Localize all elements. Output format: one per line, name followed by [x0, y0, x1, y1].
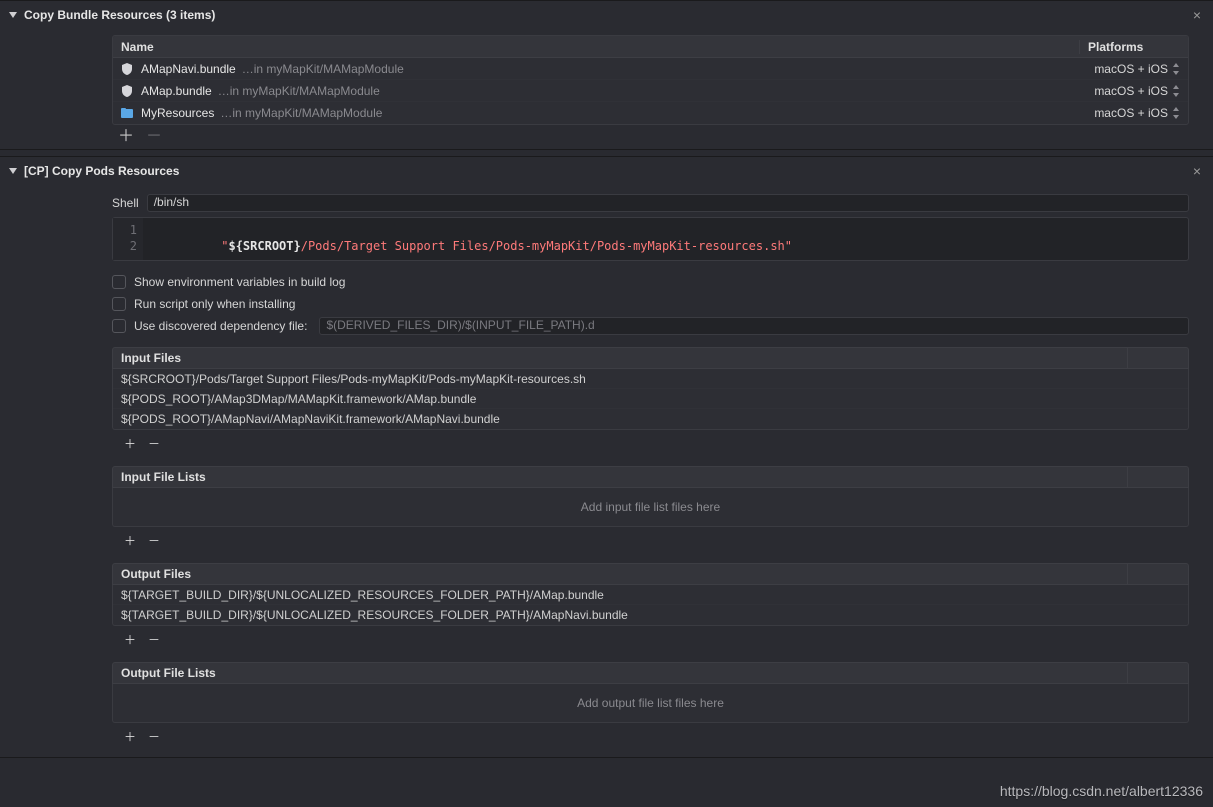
row-sub: …in myMapKit/MAMapModule — [220, 106, 382, 120]
placeholder: Add output file list files here — [113, 684, 1188, 722]
row-platforms[interactable]: macOS + iOS — [1094, 106, 1180, 120]
file-row[interactable]: ${TARGET_BUILD_DIR}/${UNLOCALIZED_RESOUR… — [113, 585, 1188, 605]
checkbox[interactable] — [112, 297, 126, 311]
add-remove-bar: ＋ － — [112, 527, 1189, 553]
output-files-list: ${TARGET_BUILD_DIR}/${UNLOCALIZED_RESOUR… — [112, 585, 1189, 626]
disclosure-icon[interactable] — [8, 10, 18, 20]
phase-header-copy-bundle[interactable]: Copy Bundle Resources (3 items) × — [0, 1, 1213, 29]
bundle-resources-table: Name Platforms AMapNavi.bundle …in myMap… — [112, 35, 1189, 125]
section-input-file-lists[interactable]: Input File Lists — [112, 466, 1189, 488]
script-body[interactable]: "${SRCROOT}/Pods/Target Support Files/Po… — [143, 218, 798, 260]
add-button[interactable]: ＋ — [124, 532, 136, 549]
gutter: 12 — [113, 218, 143, 260]
folder-icon — [119, 105, 135, 121]
disclosure-icon[interactable] — [8, 166, 18, 176]
remove-button[interactable]: － — [148, 728, 160, 745]
script-editor[interactable]: 12 "${SRCROOT}/Pods/Target Support Files… — [112, 217, 1189, 261]
section-input-files[interactable]: Input Files — [112, 347, 1189, 369]
checkbox[interactable] — [112, 319, 126, 333]
row-sub: …in myMapKit/MAMapModule — [242, 62, 404, 76]
row-name: AMap.bundle — [141, 84, 212, 98]
input-file-lists-list: Add input file list files here — [112, 488, 1189, 527]
phase-copy-pods: [CP] Copy Pods Resources × Shell /bin/sh… — [0, 156, 1213, 758]
checkbox[interactable] — [112, 275, 126, 289]
check-show-env[interactable]: Show environment variables in build log — [112, 271, 1189, 293]
updown-icon — [1172, 63, 1180, 75]
remove-button[interactable]: － — [146, 129, 162, 145]
row-name: AMapNavi.bundle — [141, 62, 236, 76]
col-platforms[interactable]: Platforms — [1080, 40, 1188, 54]
shell-input[interactable]: /bin/sh — [147, 194, 1189, 212]
input-files-list: ${SRCROOT}/Pods/Target Support Files/Pod… — [112, 369, 1189, 430]
output-file-lists-list: Add output file list files here — [112, 684, 1189, 723]
add-button[interactable]: ＋ — [124, 435, 136, 452]
table-header: Name Platforms — [113, 36, 1188, 58]
remove-button[interactable]: － — [148, 532, 160, 549]
shell-row: Shell /bin/sh — [112, 191, 1189, 215]
shell-label: Shell — [112, 196, 139, 210]
add-remove-bar: ＋ － — [112, 125, 1189, 149]
close-icon[interactable]: × — [1189, 162, 1205, 180]
watermark: https://blog.csdn.net/albert12336 — [1000, 783, 1203, 799]
add-button[interactable]: ＋ — [124, 728, 136, 745]
phase-copy-bundle: Copy Bundle Resources (3 items) × Name P… — [0, 0, 1213, 150]
row-name: MyResources — [141, 106, 214, 120]
updown-icon — [1172, 85, 1180, 97]
phase-title: [CP] Copy Pods Resources — [24, 164, 179, 178]
add-button[interactable]: ＋ — [124, 631, 136, 648]
check-run-install[interactable]: Run script only when installing — [112, 293, 1189, 315]
table-row[interactable]: AMapNavi.bundle …in myMapKit/MAMapModule… — [113, 58, 1188, 80]
add-remove-bar: ＋ － — [112, 723, 1189, 749]
phase-count: (3 items) — [166, 8, 215, 22]
bundle-shield-icon — [119, 61, 135, 77]
section-output-file-lists[interactable]: Output File Lists — [112, 662, 1189, 684]
check-dep-file[interactable]: Use discovered dependency file: $(DERIVE… — [112, 315, 1189, 337]
file-row[interactable]: ${TARGET_BUILD_DIR}/${UNLOCALIZED_RESOUR… — [113, 605, 1188, 625]
placeholder: Add input file list files here — [113, 488, 1188, 526]
remove-button[interactable]: － — [148, 435, 160, 452]
row-sub: …in myMapKit/MAMapModule — [218, 84, 380, 98]
file-row[interactable]: ${SRCROOT}/Pods/Target Support Files/Pod… — [113, 369, 1188, 389]
row-platforms[interactable]: macOS + iOS — [1094, 84, 1180, 98]
updown-icon — [1172, 107, 1180, 119]
table-row[interactable]: MyResources …in myMapKit/MAMapModule mac… — [113, 102, 1188, 124]
add-button[interactable]: ＋ — [118, 129, 134, 145]
remove-button[interactable]: － — [148, 631, 160, 648]
row-platforms[interactable]: macOS + iOS — [1094, 62, 1180, 76]
table-row[interactable]: AMap.bundle …in myMapKit/MAMapModule mac… — [113, 80, 1188, 102]
col-name[interactable]: Name — [113, 40, 1080, 54]
add-remove-bar: ＋ － — [112, 626, 1189, 652]
section-output-files[interactable]: Output Files — [112, 563, 1189, 585]
add-remove-bar: ＋ － — [112, 430, 1189, 456]
close-icon[interactable]: × — [1189, 6, 1205, 24]
phase-title: Copy Bundle Resources — [24, 8, 163, 22]
file-row[interactable]: ${PODS_ROOT}/AMapNavi/AMapNaviKit.framew… — [113, 409, 1188, 429]
script-options: Show environment variables in build log … — [112, 271, 1189, 337]
dep-file-input[interactable]: $(DERIVED_FILES_DIR)/$(INPUT_FILE_PATH).… — [319, 317, 1189, 335]
file-row[interactable]: ${PODS_ROOT}/AMap3DMap/MAMapKit.framewor… — [113, 389, 1188, 409]
phase-header-copy-pods[interactable]: [CP] Copy Pods Resources × — [0, 157, 1213, 185]
bundle-shield-icon — [119, 83, 135, 99]
